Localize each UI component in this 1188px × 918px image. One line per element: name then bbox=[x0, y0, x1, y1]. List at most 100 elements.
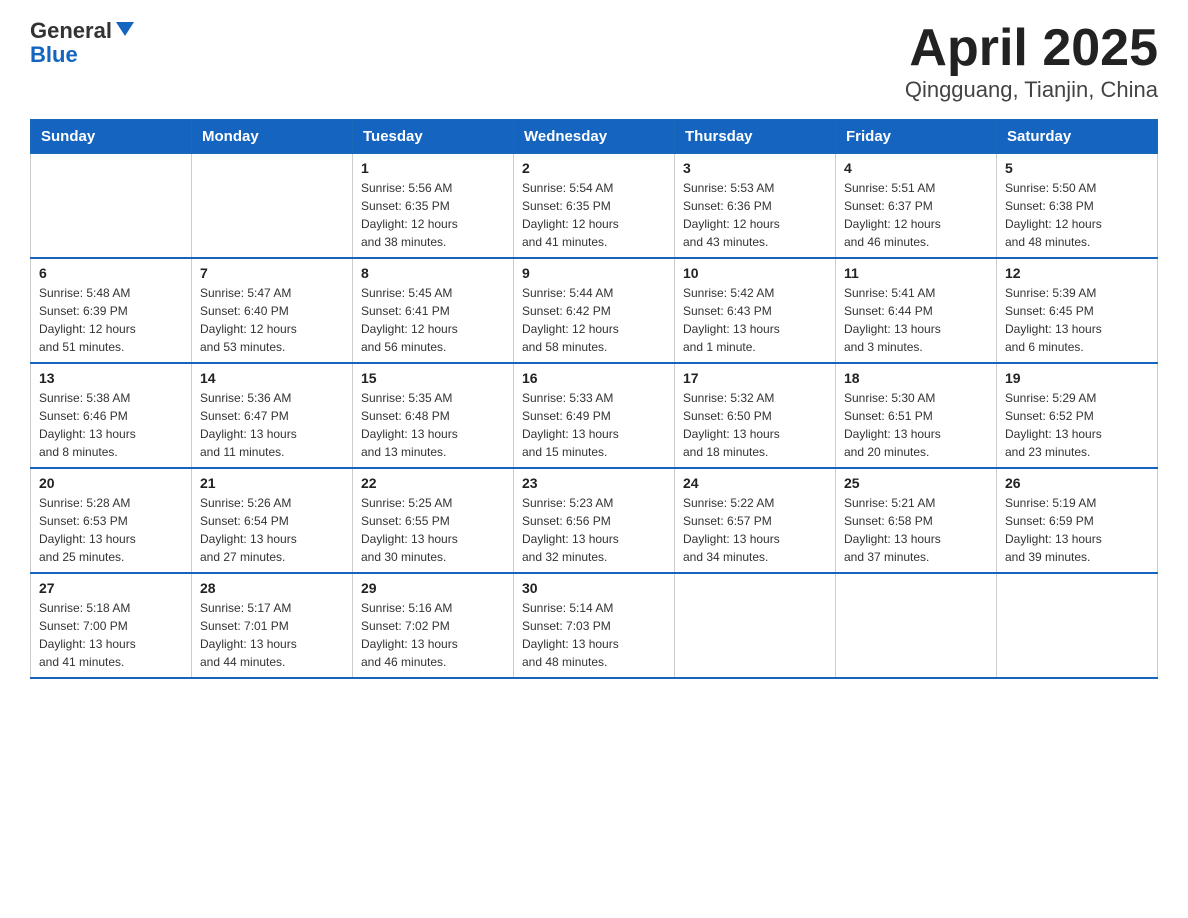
day-info: Sunrise: 5:36 AM Sunset: 6:47 PM Dayligh… bbox=[200, 391, 297, 459]
calendar-cell: 3 Sunrise: 5:53 AM Sunset: 6:36 PM Daylig… bbox=[675, 154, 836, 259]
day-number: 16 bbox=[522, 370, 666, 386]
day-info: Sunrise: 5:32 AM Sunset: 6:50 PM Dayligh… bbox=[683, 391, 780, 459]
title-block: April 2025 Qingguang, Tianjin, China bbox=[905, 20, 1158, 103]
calendar-cell: 13 Sunrise: 5:38 AM Sunset: 6:46 PM Dayli… bbox=[31, 363, 192, 468]
day-info: Sunrise: 5:53 AM Sunset: 6:36 PM Dayligh… bbox=[683, 181, 780, 249]
calendar-cell: 27 Sunrise: 5:18 AM Sunset: 7:00 PM Dayli… bbox=[31, 573, 192, 678]
calendar-cell: 4 Sunrise: 5:51 AM Sunset: 6:37 PM Daylig… bbox=[836, 154, 997, 259]
calendar-cell: 10 Sunrise: 5:42 AM Sunset: 6:43 PM Dayli… bbox=[675, 258, 836, 363]
day-info: Sunrise: 5:33 AM Sunset: 6:49 PM Dayligh… bbox=[522, 391, 619, 459]
logo-blue-text: Blue bbox=[30, 42, 78, 67]
day-number: 6 bbox=[39, 265, 183, 281]
day-number: 13 bbox=[39, 370, 183, 386]
day-number: 8 bbox=[361, 265, 505, 281]
weekday-header-friday: Friday bbox=[836, 120, 997, 154]
day-info: Sunrise: 5:38 AM Sunset: 6:46 PM Dayligh… bbox=[39, 391, 136, 459]
day-number: 12 bbox=[1005, 265, 1149, 281]
calendar-cell: 24 Sunrise: 5:22 AM Sunset: 6:57 PM Dayli… bbox=[675, 468, 836, 573]
logo: General Blue bbox=[30, 20, 136, 68]
day-info: Sunrise: 5:28 AM Sunset: 6:53 PM Dayligh… bbox=[39, 496, 136, 564]
weekday-header-thursday: Thursday bbox=[675, 120, 836, 154]
calendar-title: April 2025 bbox=[905, 20, 1158, 77]
day-info: Sunrise: 5:44 AM Sunset: 6:42 PM Dayligh… bbox=[522, 286, 619, 354]
day-number: 14 bbox=[200, 370, 344, 386]
calendar-cell: 19 Sunrise: 5:29 AM Sunset: 6:52 PM Dayli… bbox=[997, 363, 1158, 468]
calendar-cell: 6 Sunrise: 5:48 AM Sunset: 6:39 PM Daylig… bbox=[31, 258, 192, 363]
day-number: 30 bbox=[522, 580, 666, 596]
page-header: General Blue April 2025 Qingguang, Tianj… bbox=[30, 20, 1158, 103]
day-info: Sunrise: 5:35 AM Sunset: 6:48 PM Dayligh… bbox=[361, 391, 458, 459]
calendar-cell: 5Sunrise: 5:50 AM Sunset: 6:38 PM Daylig… bbox=[997, 154, 1158, 259]
logo-general-text: General bbox=[30, 20, 112, 42]
day-info: Sunrise: 5:16 AM Sunset: 7:02 PM Dayligh… bbox=[361, 601, 458, 669]
calendar-cell: 23 Sunrise: 5:23 AM Sunset: 6:56 PM Dayli… bbox=[514, 468, 675, 573]
day-number: 4 bbox=[844, 160, 988, 176]
day-info: Sunrise: 5:17 AM Sunset: 7:01 PM Dayligh… bbox=[200, 601, 297, 669]
day-number: 3 bbox=[683, 160, 827, 176]
day-info: Sunrise: 5:19 AM Sunset: 6:59 PM Dayligh… bbox=[1005, 496, 1102, 564]
calendar-subtitle: Qingguang, Tianjin, China bbox=[905, 77, 1158, 103]
weekday-header-sunday: Sunday bbox=[31, 120, 192, 154]
calendar-cell bbox=[675, 573, 836, 678]
day-number: 18 bbox=[844, 370, 988, 386]
day-number: 19 bbox=[1005, 370, 1149, 386]
day-number: 23 bbox=[522, 475, 666, 491]
calendar-cell: 28 Sunrise: 5:17 AM Sunset: 7:01 PM Dayli… bbox=[192, 573, 353, 678]
calendar-cell: 16 Sunrise: 5:33 AM Sunset: 6:49 PM Dayli… bbox=[514, 363, 675, 468]
day-number: 26 bbox=[1005, 475, 1149, 491]
calendar-header-row: SundayMondayTuesdayWednesdayThursdayFrid… bbox=[31, 120, 1158, 154]
day-number: 15 bbox=[361, 370, 505, 386]
calendar-week-row: 20Sunrise: 5:28 AM Sunset: 6:53 PM Dayli… bbox=[31, 468, 1158, 573]
day-info: Sunrise: 5:21 AM Sunset: 6:58 PM Dayligh… bbox=[844, 496, 941, 564]
calendar-cell: 14 Sunrise: 5:36 AM Sunset: 6:47 PM Dayli… bbox=[192, 363, 353, 468]
weekday-header-saturday: Saturday bbox=[997, 120, 1158, 154]
day-number: 1 bbox=[361, 160, 505, 176]
day-info: Sunrise: 5:30 AM Sunset: 6:51 PM Dayligh… bbox=[844, 391, 941, 459]
day-info: Sunrise: 5:51 AM Sunset: 6:37 PM Dayligh… bbox=[844, 181, 941, 249]
day-info: Sunrise: 5:48 AM Sunset: 6:39 PM Dayligh… bbox=[39, 286, 136, 354]
calendar-cell bbox=[836, 573, 997, 678]
calendar-cell: 30Sunrise: 5:14 AM Sunset: 7:03 PM Dayli… bbox=[514, 573, 675, 678]
day-info: Sunrise: 5:25 AM Sunset: 6:55 PM Dayligh… bbox=[361, 496, 458, 564]
day-info: Sunrise: 5:50 AM Sunset: 6:38 PM Dayligh… bbox=[1005, 181, 1102, 249]
calendar-cell: 11Sunrise: 5:41 AM Sunset: 6:44 PM Dayli… bbox=[836, 258, 997, 363]
day-number: 28 bbox=[200, 580, 344, 596]
weekday-header-wednesday: Wednesday bbox=[514, 120, 675, 154]
day-info: Sunrise: 5:42 AM Sunset: 6:43 PM Dayligh… bbox=[683, 286, 780, 354]
day-number: 17 bbox=[683, 370, 827, 386]
day-number: 25 bbox=[844, 475, 988, 491]
calendar-cell: 8 Sunrise: 5:45 AM Sunset: 6:41 PM Daylig… bbox=[353, 258, 514, 363]
day-info: Sunrise: 5:56 AM Sunset: 6:35 PM Dayligh… bbox=[361, 181, 458, 249]
logo-arrow-icon bbox=[114, 18, 136, 40]
day-number: 10 bbox=[683, 265, 827, 281]
day-info: Sunrise: 5:39 AM Sunset: 6:45 PM Dayligh… bbox=[1005, 286, 1102, 354]
day-info: Sunrise: 5:18 AM Sunset: 7:00 PM Dayligh… bbox=[39, 601, 136, 669]
day-number: 22 bbox=[361, 475, 505, 491]
day-info: Sunrise: 5:23 AM Sunset: 6:56 PM Dayligh… bbox=[522, 496, 619, 564]
calendar-cell: 12 Sunrise: 5:39 AM Sunset: 6:45 PM Dayli… bbox=[997, 258, 1158, 363]
day-info: Sunrise: 5:41 AM Sunset: 6:44 PM Dayligh… bbox=[844, 286, 941, 354]
day-number: 7 bbox=[200, 265, 344, 281]
calendar-cell: 25 Sunrise: 5:21 AM Sunset: 6:58 PM Dayli… bbox=[836, 468, 997, 573]
calendar-cell: 20Sunrise: 5:28 AM Sunset: 6:53 PM Dayli… bbox=[31, 468, 192, 573]
calendar-cell: 21Sunrise: 5:26 AM Sunset: 6:54 PM Dayli… bbox=[192, 468, 353, 573]
weekday-header-monday: Monday bbox=[192, 120, 353, 154]
calendar-cell: 26 Sunrise: 5:19 AM Sunset: 6:59 PM Dayli… bbox=[997, 468, 1158, 573]
calendar-cell: 7Sunrise: 5:47 AM Sunset: 6:40 PM Daylig… bbox=[192, 258, 353, 363]
day-info: Sunrise: 5:45 AM Sunset: 6:41 PM Dayligh… bbox=[361, 286, 458, 354]
day-info: Sunrise: 5:29 AM Sunset: 6:52 PM Dayligh… bbox=[1005, 391, 1102, 459]
day-number: 21 bbox=[200, 475, 344, 491]
calendar-cell: 29 Sunrise: 5:16 AM Sunset: 7:02 PM Dayli… bbox=[353, 573, 514, 678]
day-info: Sunrise: 5:22 AM Sunset: 6:57 PM Dayligh… bbox=[683, 496, 780, 564]
day-number: 9 bbox=[522, 265, 666, 281]
calendar-cell: 17 Sunrise: 5:32 AM Sunset: 6:50 PM Dayli… bbox=[675, 363, 836, 468]
day-number: 27 bbox=[39, 580, 183, 596]
calendar-week-row: 27 Sunrise: 5:18 AM Sunset: 7:00 PM Dayli… bbox=[31, 573, 1158, 678]
day-number: 29 bbox=[361, 580, 505, 596]
day-number: 2 bbox=[522, 160, 666, 176]
day-number: 24 bbox=[683, 475, 827, 491]
weekday-header-tuesday: Tuesday bbox=[353, 120, 514, 154]
calendar-week-row: 6 Sunrise: 5:48 AM Sunset: 6:39 PM Daylig… bbox=[31, 258, 1158, 363]
calendar-cell: 1 Sunrise: 5:56 AM Sunset: 6:35 PM Daylig… bbox=[353, 154, 514, 259]
calendar-cell: 15 Sunrise: 5:35 AM Sunset: 6:48 PM Dayli… bbox=[353, 363, 514, 468]
